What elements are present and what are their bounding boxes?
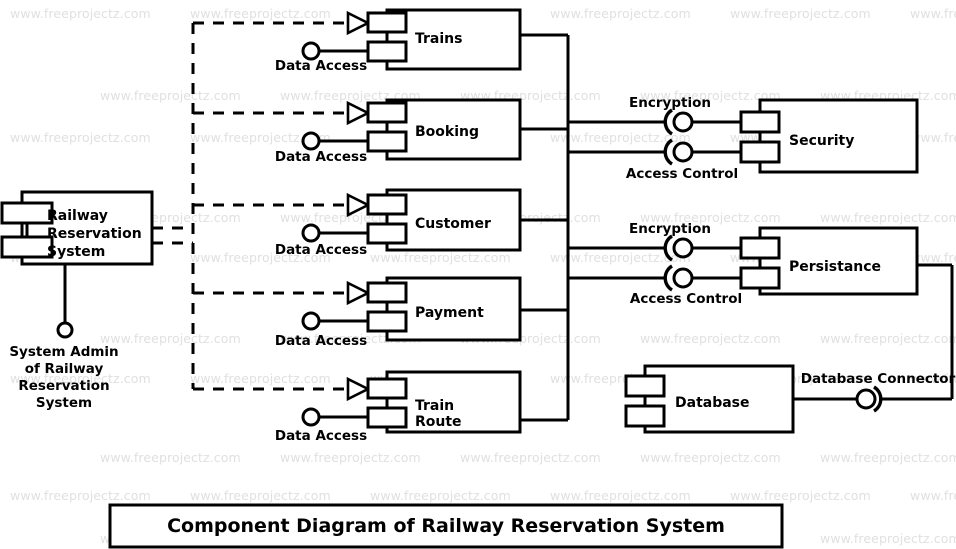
arrowhead-icon-booking [346,100,371,126]
customer-port-required[interactable] [366,222,408,245]
database-label: Database [675,395,750,411]
interface-data-access-customer[interactable]: Data Access [275,223,368,258]
database-port-top[interactable] [624,374,666,398]
payment-label-line1: Payment [415,305,484,321]
access-control-label-security: Access Control [626,166,738,182]
encryption-label-security: Encryption [629,95,711,111]
railway-reservation-system-label-line2: Reservation [47,226,142,242]
payment-port-provided[interactable] [366,281,408,304]
encryption-ball-icon-security[interactable] [672,111,694,133]
railway-reservation-system-port-top[interactable] [0,201,54,225]
data-access-label-customer: Data Access [275,242,367,258]
booking-port-provided[interactable] [366,101,408,124]
database-port-bottom[interactable] [624,404,666,428]
component-train-route[interactable]: Train Route [366,370,522,434]
data-access-ball-icon-trains[interactable] [301,41,321,61]
arrowhead-icon-customer [346,192,371,218]
interface-system-admin[interactable]: System Admin of Railway Reservation Syst… [9,264,119,411]
encryption-label-persistance: Encryption [629,221,711,237]
train-route-port-required[interactable] [366,406,408,429]
railway-reservation-system-label-line1: Railway [47,208,108,224]
access-control-ball-icon-persistance[interactable] [672,267,694,289]
interface-data-access-trains[interactable]: Data Access [275,41,368,74]
payment-port-required[interactable] [366,310,408,333]
database-connector-label: Database Connector [801,371,956,387]
assembly-bus-right [520,33,570,422]
arrowhead-icon-trains [346,10,371,36]
system-admin-label-line2: of Railway [25,361,104,377]
train-route-port-provided[interactable] [366,377,408,400]
train-route-label-line1: Train [415,398,454,414]
access-control-socket-icon-persistance[interactable] [663,264,673,292]
security-port-access-control[interactable] [739,140,781,164]
assembly-security[interactable]: Encryption Access Control [568,95,741,182]
trains-port-provided[interactable] [366,11,408,34]
interface-database-connector[interactable]: Database Connector [793,371,956,413]
data-access-ball-icon-customer[interactable] [301,223,321,243]
customer-port-provided[interactable] [366,193,408,216]
database-connector-ball-icon[interactable] [855,388,877,410]
railway-reservation-system-label-line3: System [47,244,105,260]
data-access-label-train-route: Data Access [275,428,367,444]
data-access-ball-icon-booking[interactable] [301,131,321,151]
system-admin-label-line1: System Admin [9,344,118,360]
access-control-label-persistance: Access Control [630,291,742,307]
railway-reservation-system-port-bottom[interactable] [0,235,54,259]
system-admin-label-line3: Reservation [18,378,109,394]
component-payment[interactable]: Payment [366,276,522,342]
interface-data-access-booking[interactable]: Data Access [275,131,368,165]
data-access-label-booking: Data Access [275,149,367,165]
security-port-encryption[interactable] [739,110,781,134]
component-customer[interactable]: Customer [366,188,522,252]
trains-port-required[interactable] [366,40,408,63]
access-control-ball-icon-security[interactable] [672,141,694,163]
interface-data-access-train-route[interactable]: Data Access [275,407,368,444]
arrowhead-icon-train-route [346,376,371,402]
data-access-label-trains: Data Access [275,58,367,74]
data-access-label-payment: Data Access [275,333,367,349]
data-access-ball-icon-train-route[interactable] [301,407,321,427]
diagram-layer: Railway Reservation System System Admin … [0,8,956,549]
component-persistance[interactable]: Persistance [739,226,919,296]
customer-label-line1: Customer [415,216,491,232]
persistance-label: Persistance [789,259,881,275]
component-booking[interactable]: Booking [366,98,522,161]
encryption-ball-icon-persistance[interactable] [672,237,694,259]
arrowhead-icon-payment [346,280,371,306]
train-route-label-line2: Route [415,414,462,430]
assembly-persistance[interactable]: Encryption Access Control [568,221,742,307]
encryption-socket-icon-persistance[interactable] [663,234,673,262]
booking-port-required[interactable] [366,130,408,153]
encryption-socket-icon-security[interactable] [663,108,673,136]
component-railway-reservation-system[interactable]: Railway Reservation System [0,190,154,266]
component-diagram-canvas: www.freeprojectz.com www.freeprojectz.co… [0,0,956,549]
component-database[interactable]: Database [624,364,795,434]
interface-data-access-payment[interactable]: Data Access [275,311,368,349]
component-trains[interactable]: Trains [366,8,522,71]
booking-label-line1: Booking [415,124,479,140]
system-admin-ball-icon[interactable] [56,321,74,339]
trains-label-line1: Trains [415,31,462,47]
persistance-port-access-control[interactable] [739,266,781,290]
security-label: Security [789,133,854,149]
persistance-port-encryption[interactable] [739,236,781,260]
access-control-socket-icon-security[interactable] [663,138,673,166]
system-admin-label-line4: System [36,395,92,411]
data-access-ball-icon-payment[interactable] [301,311,321,331]
page-title: Component Diagram of Railway Reservation… [167,515,725,537]
component-security[interactable]: Security [739,98,919,174]
diagram-title-bar: Component Diagram of Railway Reservation… [108,503,784,549]
